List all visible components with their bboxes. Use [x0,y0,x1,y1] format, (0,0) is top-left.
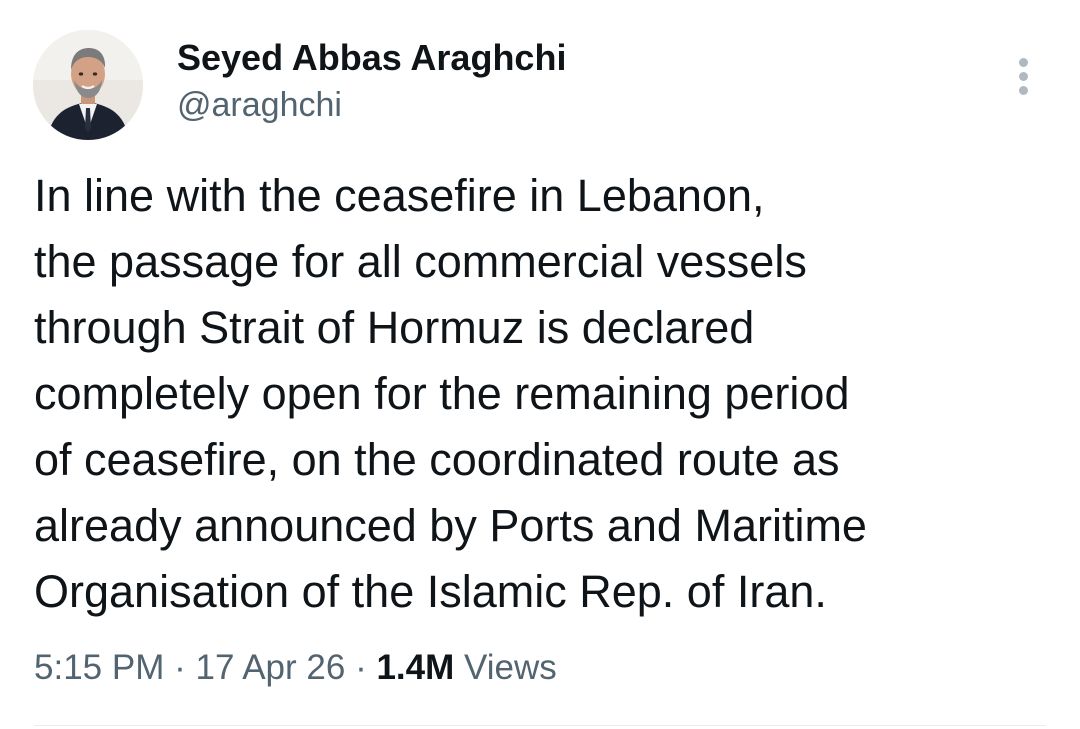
tweet-card: Seyed Abbas Araghchi @araghchi In line w… [0,0,1080,729]
tweet-text-line: In line with the ceasefire in Lebanon, [34,170,765,221]
more-vertical-icon-dot [1019,86,1028,95]
tweet-text-line: Organisation of the Islamic Rep. of Iran… [34,566,827,617]
more-vertical-icon [1019,58,1028,67]
author-name[interactable]: Seyed Abbas Araghchi [177,36,566,80]
tweet-metadata: 5:15 PM · 17 Apr 26 · 1.4M Views [34,644,557,692]
tweet-time[interactable]: 5:15 PM [34,648,164,687]
tweet-text-line: already announced by Ports and Maritime [34,500,867,551]
meta-separator: · [174,648,186,687]
views-count[interactable]: 1.4M [376,648,454,687]
tweet-text-line: the passage for all commercial vessels [34,236,807,287]
tweet-text: In line with the ceasefire in Lebanon, t… [34,163,1054,625]
more-options-button[interactable] [1008,54,1038,98]
tweet-text-line: completely open for the remaining period [34,368,850,419]
tweet-date[interactable]: 17 Apr 26 [195,648,345,687]
tweet-text-line: through Strait of Hormuz is declared [34,302,755,353]
views-label: Views [464,648,557,687]
divider [34,725,1046,726]
meta-separator: · [355,648,367,687]
more-vertical-icon-dot [1019,72,1028,81]
avatar[interactable] [33,30,143,140]
author-handle[interactable]: @araghchi [177,84,342,126]
avatar-photo [33,30,143,140]
tweet-text-line: of ceasefire, on the coordinated route a… [34,434,840,485]
